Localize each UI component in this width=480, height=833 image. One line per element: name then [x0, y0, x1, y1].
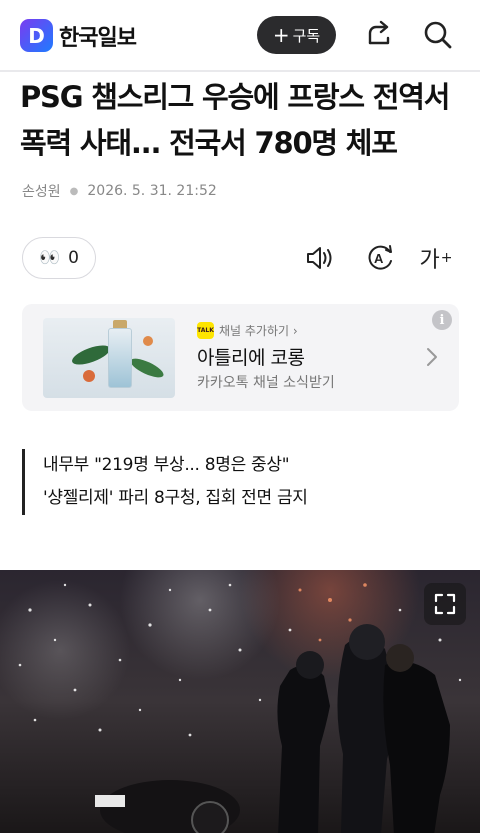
reaction-button[interactable]: 👀 0 [22, 237, 96, 279]
ad-leaf-shape [69, 341, 113, 369]
photo-scene [18, 583, 462, 833]
summary-line: 내무부 "219명 부상... 8명은 중상" [43, 455, 290, 475]
chevron-right-icon [427, 348, 437, 366]
font-size-icon: 가 [419, 248, 440, 273]
expand-photo-button[interactable] [424, 583, 466, 625]
ad-info-icon[interactable]: i [432, 310, 452, 330]
article-title: PSG 챔스리그 우승에 프랑스 전역서 폭력 사태... 전국서 780명 체… [20, 80, 450, 160]
plus-small-icon: + [440, 250, 453, 266]
ad-leaf-shape [128, 354, 166, 382]
ad-subtitle: 카카오톡 채널 소식받기 [197, 375, 335, 391]
author[interactable]: 손성원 [22, 181, 61, 201]
search-icon [424, 21, 452, 49]
publish-datetime: 2026. 5. 31. 21:52 [87, 183, 217, 199]
subscribe-label: 구독 [292, 26, 321, 45]
reaction-count: 0 [68, 248, 79, 268]
share-icon [368, 20, 390, 45]
top-bar: D 한국일보 + 구독 [0, 0, 480, 70]
svg-text:A: A [374, 251, 384, 266]
logo-text: 한국일보 [59, 25, 137, 51]
plus-icon: + [272, 23, 290, 47]
share-button[interactable] [362, 18, 396, 52]
subscribe-button[interactable]: + 구독 [257, 16, 336, 54]
article-photo[interactable] [0, 570, 480, 833]
ai-summary-button[interactable]: A [362, 240, 398, 276]
kakaotalk-badge-icon: TALK [197, 322, 214, 339]
logo[interactable]: D 한국일보 [20, 19, 137, 52]
ad-flower-shape [83, 370, 95, 382]
search-button[interactable] [421, 18, 455, 52]
logo-letter: D [28, 23, 45, 48]
summary-line: '샹젤리제' 파리 8구청, 집회 전면 금지 [43, 488, 308, 508]
logo-mark: D [20, 19, 53, 52]
header-divider [0, 70, 480, 72]
kakao-channel-ad[interactable]: TALK 채널 추가하기 › 아틀리에 코롱 카카오톡 채널 소식받기 i [22, 304, 459, 411]
channel-add-label[interactable]: 채널 추가하기 › [219, 322, 298, 339]
font-size-button[interactable]: 가 + [418, 240, 454, 276]
byline: 손성원 ● 2026. 5. 31. 21:52 [22, 181, 217, 201]
article-summary: 내무부 "219명 부상... 8명은 중상" '샹젤리제' 파리 8구청, 집… [22, 449, 462, 515]
ad-product-image [43, 318, 175, 398]
eyes-emoji-icon: 👀 [39, 248, 61, 268]
audio-button[interactable] [302, 240, 338, 276]
audio-icon [307, 247, 332, 269]
ai-icon: A [368, 245, 392, 270]
ad-flower-shape [143, 336, 153, 346]
byline-dot: ● [69, 185, 79, 197]
ad-brand-name: 아틀리에 코롱 [197, 347, 305, 369]
ad-bottle [108, 328, 132, 388]
ad-chevron-button[interactable] [424, 346, 440, 372]
expand-icon [434, 593, 456, 615]
